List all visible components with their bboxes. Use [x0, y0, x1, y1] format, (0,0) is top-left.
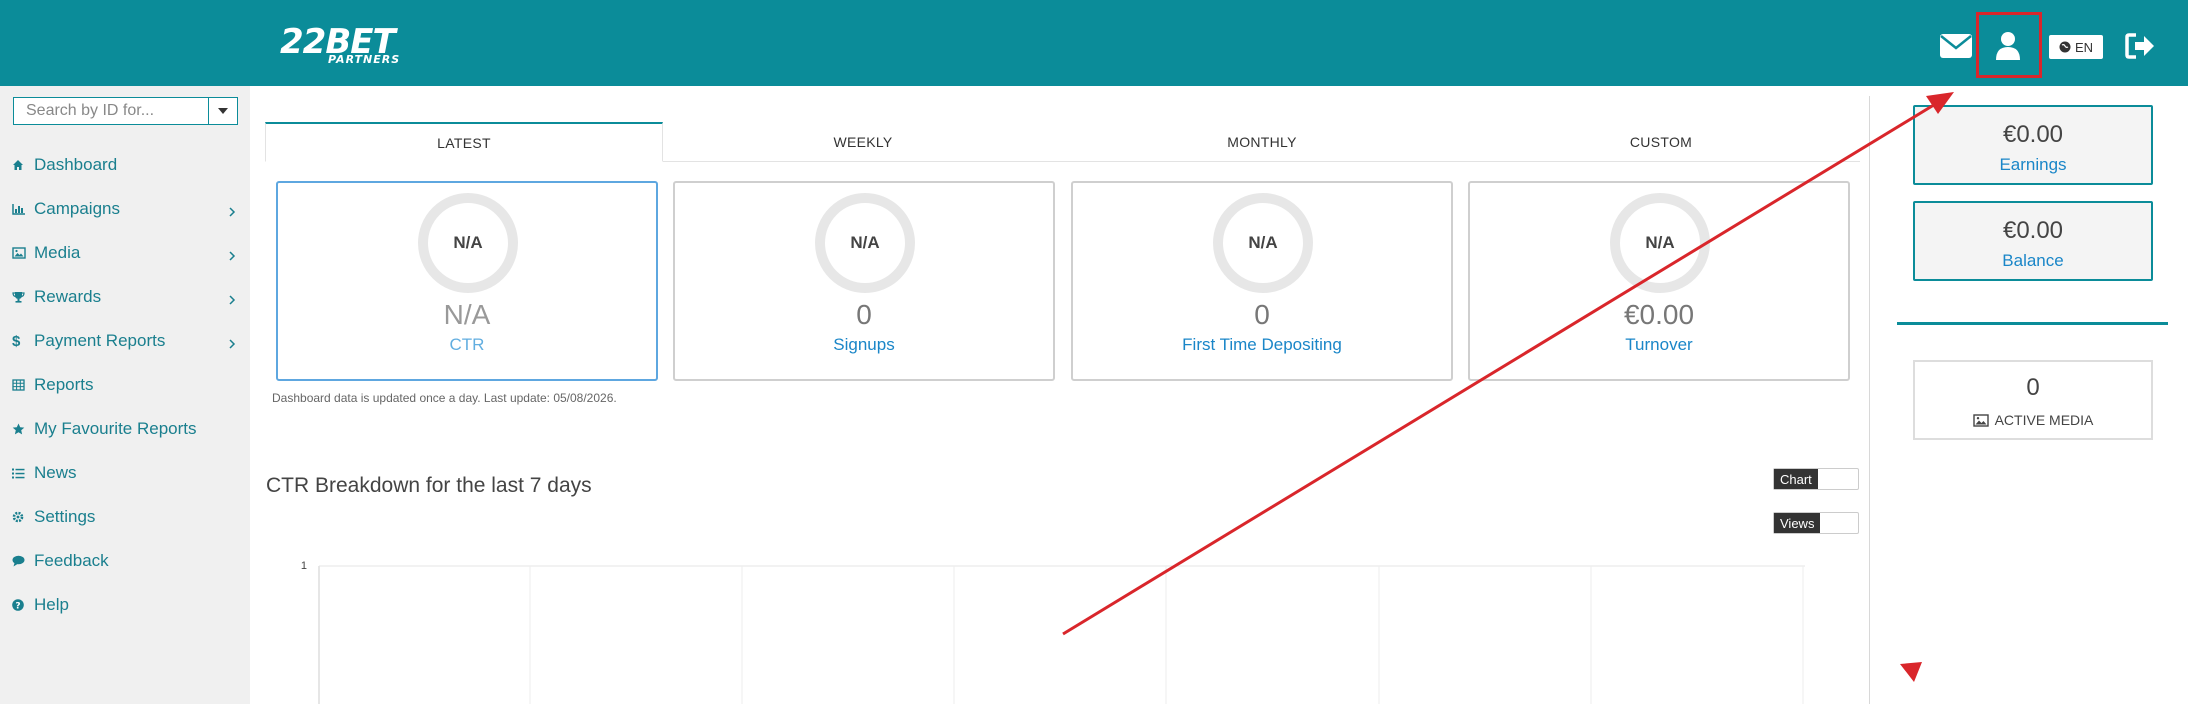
tab-custom[interactable]: CUSTOM [1462, 122, 1860, 162]
bar-chart-icon [12, 203, 34, 215]
list-icon [12, 468, 34, 479]
sign-out-icon[interactable] [2122, 28, 2158, 64]
right-panel-divider [1897, 322, 2168, 325]
donut-gauge: N/A [815, 193, 915, 293]
sidebar-item-label: News [34, 463, 77, 482]
dollar-icon: $ [12, 332, 21, 350]
star-icon [12, 423, 34, 435]
donut-gauge: N/A [418, 193, 518, 293]
caret-down-icon [218, 108, 228, 114]
logo-subtext: PARTNERS [328, 53, 401, 66]
home-icon [12, 159, 34, 171]
active-media-label-row: ACTIVE MEDIA [1915, 412, 2151, 428]
card-value: 0 [1254, 299, 1270, 330]
active-media-box[interactable]: 0 ACTIVE MEDIA [1913, 360, 2153, 440]
donut-gauge: N/A [1213, 193, 1313, 293]
sidebar-item-label: Feedback [34, 551, 109, 570]
globe-icon [2059, 41, 2071, 53]
image-icon [12, 247, 34, 259]
card-value: €0.00 [1623, 299, 1695, 330]
chart-toggle-label: Chart [1774, 469, 1818, 489]
stat-card-turnover[interactable]: N/A €0.00 Turnover [1468, 181, 1850, 381]
chevron-right-icon [229, 246, 236, 266]
tab-latest[interactable]: LATEST [265, 122, 663, 162]
breakdown-title: CTR Breakdown for the last 7 days [266, 474, 592, 497]
active-media-label: ACTIVE MEDIA [1994, 412, 2094, 428]
earnings-amount: €0.00 [2002, 121, 2064, 148]
tab-monthly[interactable]: MONTHLY [1063, 122, 1461, 162]
table-icon [12, 379, 34, 391]
card-label[interactable]: CTR [278, 335, 656, 355]
sidebar-item-dashboard[interactable]: Dashboard [12, 150, 242, 180]
sidebar-item-label: My Favourite Reports [34, 419, 197, 438]
card-label[interactable]: Turnover [1470, 335, 1848, 355]
sidebar-item-campaigns[interactable]: Campaigns [12, 194, 242, 224]
comment-icon [12, 555, 34, 567]
sidebar-item-label: Campaigns [34, 199, 120, 218]
sidebar-item-media[interactable]: Media [12, 238, 242, 268]
top-header: 22BET PARTNERS EN [0, 0, 2188, 86]
panel-divider [1869, 96, 1870, 704]
y-tick-label: 1 [301, 560, 307, 572]
stat-card-ctr[interactable]: N/A N/A CTR [276, 181, 658, 381]
period-tabs: LATEST WEEKLY MONTHLY CUSTOM [265, 122, 1860, 162]
chevron-right-icon [229, 290, 236, 310]
sidebar-item-my-favourite-reports[interactable]: My Favourite Reports [12, 414, 242, 444]
user-icon[interactable] [1990, 28, 2026, 64]
sidebar-item-settings[interactable]: Settings [12, 502, 242, 532]
image-icon [1972, 413, 1989, 427]
sidebar-item-reports[interactable]: Reports [12, 370, 242, 400]
brand-logo[interactable]: 22BET PARTNERS [280, 22, 420, 66]
sidebar-item-label: Rewards [34, 287, 102, 306]
card-value: N/A [443, 299, 491, 330]
update-note: Dashboard data is updated once a day. La… [272, 391, 617, 405]
sidebar-item-label: Reports [34, 375, 94, 394]
ctr-chart: 1 [301, 560, 1805, 704]
chevron-right-icon [229, 334, 236, 354]
question-icon: ? [12, 599, 34, 611]
svg-text:?: ? [15, 601, 20, 611]
sidebar-item-label: Help [34, 595, 69, 614]
tab-weekly[interactable]: WEEKLY [664, 122, 1062, 162]
language-label: EN [2074, 39, 2094, 55]
sidebar-item-payment-reports[interactable]: $ Payment Reports [12, 326, 242, 356]
balance-box[interactable]: €0.00 Balance [1913, 201, 2153, 281]
donut-gauge: N/A [1610, 193, 1710, 293]
balance-amount: €0.00 [2002, 217, 2064, 244]
sidebar-item-rewards[interactable]: Rewards [12, 282, 242, 312]
trophy-icon [12, 291, 34, 303]
sidebar-item-feedback[interactable]: Feedback [12, 546, 242, 576]
active-media-count: 0 [2026, 374, 2040, 401]
language-selector[interactable]: EN [2049, 35, 2103, 59]
search-input[interactable] [14, 98, 208, 124]
card-value: 0 [856, 299, 872, 330]
chevron-right-icon [229, 202, 236, 222]
views-toggle[interactable]: Views [1773, 512, 1859, 534]
earnings-box[interactable]: €0.00 Earnings [1913, 105, 2153, 185]
sidebar-item-label: Settings [34, 507, 96, 526]
sidebar-item-label: Payment Reports [34, 331, 166, 350]
envelope-icon[interactable] [1938, 28, 1974, 64]
sidebar-item-label: Media [34, 243, 81, 262]
sidebar-item-label: Dashboard [34, 155, 118, 174]
stat-card-first-time-depositing[interactable]: N/A 0 First Time Depositing [1071, 181, 1453, 381]
search-box [13, 97, 238, 125]
views-toggle-label: Views [1774, 513, 1821, 533]
stat-card-signups[interactable]: N/A 0 Signups [673, 181, 1055, 381]
sidebar-item-news[interactable]: News [12, 458, 242, 488]
card-label[interactable]: First Time Depositing [1073, 335, 1451, 355]
chart-toggle[interactable]: Chart [1773, 468, 1859, 490]
cog-icon [12, 511, 34, 523]
earnings-label[interactable]: Earnings [1915, 155, 2151, 175]
balance-label[interactable]: Balance [1915, 251, 2151, 271]
search-dropdown-button[interactable] [208, 98, 237, 124]
sidebar-item-help[interactable]: ? Help [12, 590, 242, 620]
card-label[interactable]: Signups [675, 335, 1053, 355]
